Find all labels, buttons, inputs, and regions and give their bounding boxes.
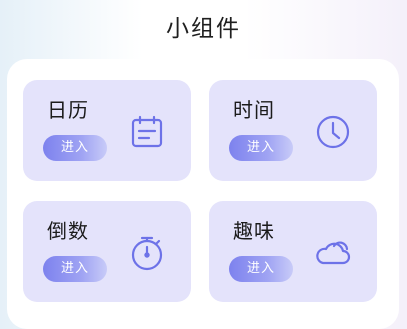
widget-card-countdown[interactable]: 倒数 进入 (23, 201, 191, 302)
enter-button-fun[interactable]: 进入 (229, 256, 293, 282)
widget-card-time[interactable]: 时间 进入 (209, 80, 377, 181)
stopwatch-icon (127, 233, 167, 273)
widget-card-calendar[interactable]: 日历 进入 (23, 80, 191, 181)
enter-button-time[interactable]: 进入 (229, 135, 293, 161)
enter-button-countdown[interactable]: 进入 (43, 256, 107, 282)
calendar-icon (127, 112, 167, 152)
clock-icon (313, 112, 353, 152)
widget-title-time: 时间 (233, 98, 275, 122)
widget-card-fun[interactable]: 趣味 进入 (209, 201, 377, 302)
widget-title-calendar: 日历 (47, 98, 89, 122)
widget-title-fun: 趣味 (233, 219, 275, 243)
widget-title-countdown: 倒数 (47, 219, 89, 243)
cloud-icon (313, 233, 353, 273)
page-title: 小组件 (166, 16, 241, 42)
enter-button-calendar[interactable]: 进入 (43, 135, 107, 161)
